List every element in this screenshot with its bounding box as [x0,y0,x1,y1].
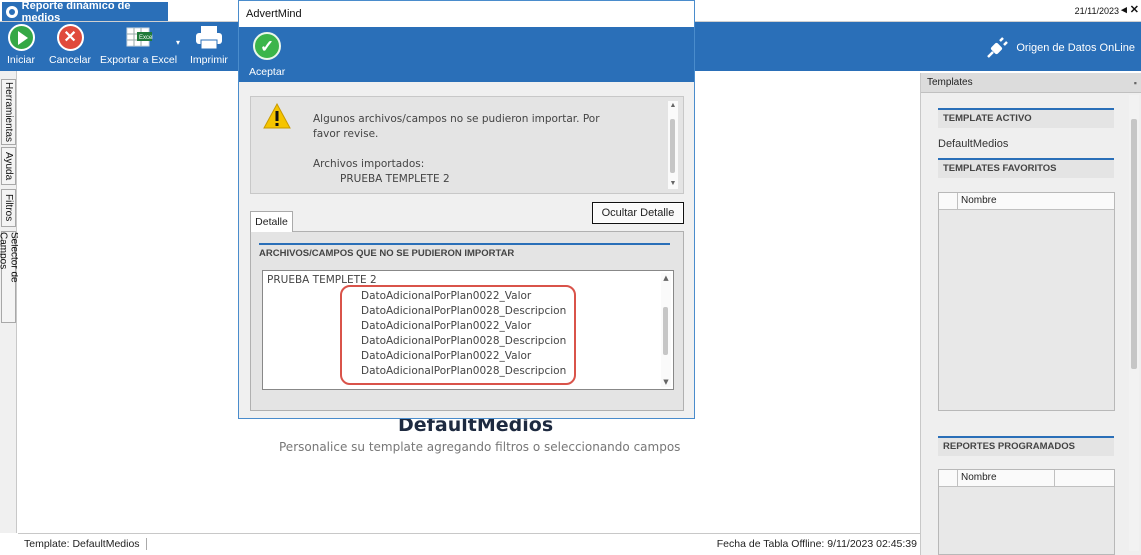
templates-panel: Templates ▪ TEMPLATE ACTIVO DefaultMedio… [920,73,1141,555]
excel-icon: Excel [125,24,153,51]
templates-panel-title: Templates [927,77,973,88]
dialog-toolbar: ✓ Aceptar [239,27,694,82]
template-activo-header: TEMPLATE ACTIVO [938,108,1114,128]
templates-panel-scrollbar[interactable] [1129,95,1139,551]
tab-selector-campos[interactable]: Selector de Campos [0,231,20,323]
message-scrollbar[interactable]: ▲ ▼ [668,101,678,189]
aceptar-label: Aceptar [249,66,286,78]
template-activo-value: DefaultMedios [938,138,1009,150]
printer-icon [194,24,224,51]
plug-icon [987,37,1009,58]
templates-favoritos-header: TEMPLATES FAVORITOS [938,158,1114,178]
tab-filtros[interactable]: Filtros [1,189,16,227]
svg-text:Excel: Excel [139,35,153,41]
tab-ayuda[interactable]: Ayuda [1,147,16,185]
templates-panel-header: Templates ▪ [921,73,1141,93]
status-bar: Template: DefaultMedios Fecha de Tabla O… [18,533,920,553]
favoritos-col-nombre[interactable]: Nombre [958,193,997,209]
document-tab[interactable]: Reporte dinámico de medios [2,0,168,24]
reportes-programados-header: REPORTES PROGRAMADOS [938,436,1114,456]
dialog-title: AdvertMind [239,1,694,27]
programados-grid[interactable]: Nombre [938,469,1115,555]
message-line-2: favor revise. [313,128,379,140]
status-template: Template: DefaultMedios [24,538,147,550]
imprimir-label: Imprimir [190,54,228,66]
message-text: Algunos archivos/campos no se pudieron i… [313,112,600,187]
imprimir-button[interactable]: Imprimir [190,24,228,66]
highlight-annotation [340,285,576,385]
exportar-excel-button[interactable]: Excel Exportar a Excel [100,24,177,66]
status-fecha: Fecha de Tabla Offline: 9/11/2023 02:45:… [716,538,917,550]
tab-herramientas[interactable]: Herramientas [1,79,16,145]
cancelar-button[interactable]: ✕ Cancelar [49,24,91,66]
date-display: 21/11/2023 [1074,6,1119,16]
app-icon [6,5,18,18]
favoritos-grid-header: Nombre [939,193,1114,210]
message-line-3: Archivos importados: [313,158,425,170]
pin-icon[interactable]: ▪ [1134,73,1137,93]
check-icon: ✓ [253,32,282,60]
play-icon [7,24,35,51]
ocultar-detalle-button[interactable]: Ocultar Detalle [592,202,684,224]
programados-col-nombre[interactable]: Nombre [958,470,1055,486]
document-tab-label: Reporte dinámico de medios [21,0,131,24]
tab-nav-buttons[interactable]: ◂ ✕ [1121,3,1139,16]
message-line-1: Algunos archivos/campos no se pudieron i… [313,113,600,125]
message-line-4: PRUEBA TEMPLETE 2 [340,173,450,185]
origen-datos-button[interactable]: Origen de Datos OnLine [984,35,1135,61]
template-subtitle: Personalice su template agregando filtro… [279,440,681,454]
iniciar-button[interactable]: Iniciar [7,24,35,66]
exportar-label: Exportar a Excel [100,54,178,66]
detalle-panel-header: ARCHIVOS/CAMPOS QUE NO SE PUDIERON IMPOR… [259,243,670,262]
export-dropdown-icon[interactable]: ▾ [176,38,180,47]
favoritos-grid[interactable]: Nombre [938,192,1115,411]
programados-grid-header: Nombre [939,470,1114,487]
warning-icon [263,102,291,129]
cancel-icon: ✕ [56,24,84,51]
origen-label: Origen de Datos OnLine [1016,42,1135,54]
list-scrollbar[interactable]: ▲ ▼ [661,273,671,387]
tab-detalle[interactable]: Detalle [250,211,293,232]
cancelar-label: Cancelar [49,54,92,66]
message-box: Algunos archivos/campos no se pudieron i… [250,96,684,194]
iniciar-label: Iniciar [7,54,36,66]
left-tab-rail: Herramientas Ayuda Filtros Selector de C… [0,71,20,533]
aceptar-button[interactable]: ✓ Aceptar [249,32,285,78]
